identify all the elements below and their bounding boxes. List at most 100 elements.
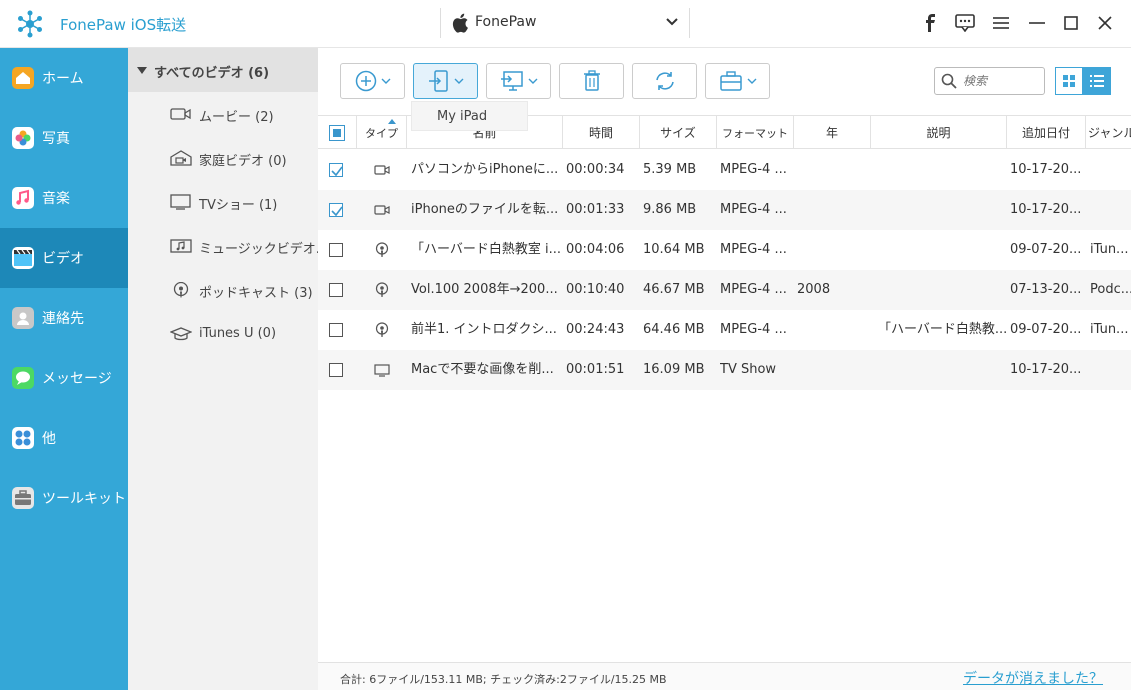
select-all-cell (318, 116, 357, 149)
row-checkbox[interactable] (329, 283, 343, 297)
close-icon[interactable] (1094, 12, 1116, 34)
category-label: iTunes U (0) (199, 326, 277, 341)
maximize-icon[interactable] (1060, 12, 1082, 34)
chevron-down-icon[interactable] (665, 17, 679, 27)
search-box[interactable] (934, 67, 1045, 95)
nav-item-video[interactable]: ビデオ (0, 228, 128, 288)
cell-time: 00:10:40 (566, 282, 625, 297)
chevron-down-icon (381, 78, 390, 84)
list-view-icon (1090, 75, 1104, 87)
nav-item-music[interactable]: 音楽 (0, 168, 128, 228)
row-checkbox[interactable] (329, 243, 343, 257)
feedback-icon[interactable] (954, 12, 976, 34)
column-time[interactable]: 時間 (563, 116, 640, 149)
nav-item-photos[interactable]: 写真 (0, 108, 128, 168)
category-item-tv-show[interactable]: TVショー (1) (128, 180, 318, 224)
table-row[interactable]: 前半1. イントロダクシ... 00:24:43 64.46 MB MPEG-4 ..… (318, 310, 1131, 350)
nav-label: ビデオ (42, 251, 84, 267)
category-header-all-videos[interactable]: すべてのビデオ (6) (128, 48, 318, 92)
cell-time: 00:01:51 (566, 362, 625, 377)
video-icon (12, 247, 34, 269)
cell-year: 2008 (797, 282, 831, 297)
column-type[interactable]: タイプ (357, 116, 407, 149)
cell-time: 00:01:33 (566, 202, 625, 217)
cell-date: 07-13-20... (1010, 282, 1082, 297)
search-input[interactable] (963, 72, 1041, 90)
contacts-icon (12, 307, 34, 329)
refresh-button[interactable] (632, 63, 697, 99)
app-title: FonePaw iOS転送 (60, 16, 187, 34)
device-selector[interactable]: FonePaw (440, 8, 690, 38)
toolbox-button[interactable] (705, 63, 770, 99)
category-item-movie[interactable]: ムービー (2) (128, 92, 318, 136)
nav-item-toolkit[interactable]: ツールキット (0, 468, 128, 528)
row-checkbox[interactable] (329, 203, 343, 217)
nav-item-contacts[interactable]: 連絡先 (0, 288, 128, 348)
itunes-u-icon (170, 327, 192, 341)
data-lost-link[interactable]: データが消えました？ (963, 668, 1103, 688)
category-label: TVショー (1) (199, 198, 278, 213)
category-label: ポッドキャスト (3) (199, 286, 313, 301)
column-description[interactable]: 説明 (871, 116, 1007, 149)
category-item-itunes-u[interactable]: iTunes U (0) (128, 312, 318, 356)
podcast-icon (374, 282, 390, 298)
photos-icon (12, 127, 34, 149)
table-row[interactable]: Macで不要な画像を削... 00:01:51 16.09 MB TV Show 10-… (318, 350, 1131, 390)
table-row[interactable]: iPhoneのファイルを転... 00:01:33 9.86 MB MPEG-4 ..… (318, 190, 1131, 230)
device-name: FonePaw (475, 14, 537, 30)
cell-name: 前半1. イントロダクシ... (411, 322, 557, 337)
toolbox-icon (719, 71, 742, 91)
cell-time: 00:04:06 (566, 242, 625, 257)
cell-desc (878, 150, 1006, 190)
column-format[interactable]: フォーマット (717, 116, 794, 149)
sort-asc-icon (388, 119, 396, 124)
search-icon (941, 73, 957, 89)
row-checkbox[interactable] (329, 363, 343, 377)
column-size[interactable]: サイズ (640, 116, 717, 149)
cell-date: 10-17-20... (1010, 162, 1082, 177)
export-to-pc-button[interactable] (486, 63, 551, 99)
nav-label: ホーム (42, 71, 84, 87)
collapse-triangle-icon[interactable] (137, 67, 147, 74)
table-row[interactable]: Vol.100 2008年→200... 00:10:40 46.67 MB MPEG… (318, 270, 1131, 310)
column-genre[interactable]: ジャンル (1086, 116, 1131, 149)
list-view-button[interactable] (1083, 67, 1111, 95)
add-button[interactable] (340, 63, 405, 99)
export-to-device-button[interactable] (413, 63, 478, 99)
category-item-music-video[interactable]: ミュージックビデオ... (128, 224, 328, 268)
cell-size: 64.46 MB (643, 322, 705, 337)
toolkit-icon (12, 487, 34, 509)
cell-name: iPhoneのファイルを転... (411, 202, 559, 217)
cell-genre (1090, 150, 1131, 190)
row-checkbox[interactable] (329, 323, 343, 337)
facebook-icon[interactable] (919, 12, 941, 34)
cell-size: 9.86 MB (643, 202, 697, 217)
delete-button[interactable] (559, 63, 624, 99)
table-row[interactable]: パソコンからiPhoneに... 00:00:34 5.39 MB MPEG-4 ..… (318, 150, 1131, 190)
grid-view-button[interactable] (1055, 67, 1083, 95)
minimize-icon[interactable] (1026, 12, 1048, 34)
cell-size: 10.64 MB (643, 242, 705, 257)
home-icon (12, 67, 34, 89)
cell-year (797, 230, 869, 270)
select-all-checkbox[interactable] (329, 124, 345, 141)
table-row[interactable]: 「ハーバード白熱教室 i... 00:04:06 10.64 MB MPEG-4 ..… (318, 230, 1131, 270)
row-checkbox[interactable] (329, 163, 343, 177)
nav-item-home[interactable]: ホーム (0, 48, 128, 108)
menu-icon[interactable] (990, 12, 1012, 34)
nav-item-messages[interactable]: メッセージ (0, 348, 128, 408)
nav-label: メッセージ (42, 371, 112, 387)
left-nav: ホーム 写真 音楽 ビデオ 連絡先 メッセージ 他 ツールキット (0, 48, 128, 690)
column-date-added[interactable]: 追加日付 (1007, 116, 1086, 149)
category-item-podcast[interactable]: ポッドキャスト (3) (128, 268, 318, 312)
nav-item-other[interactable]: 他 (0, 408, 128, 468)
chevron-down-icon (747, 78, 756, 84)
messages-icon (12, 367, 34, 389)
cell-date: 10-17-20... (1010, 362, 1082, 377)
cell-name: Vol.100 2008年→200... (411, 282, 558, 297)
export-device-icon (428, 70, 448, 92)
title-bar: FonePaw iOS転送 FonePaw (0, 0, 1131, 48)
column-year[interactable]: 年 (794, 116, 871, 149)
category-item-home-video[interactable]: 家庭ビデオ (0) (128, 136, 318, 180)
export-target-tooltip[interactable]: My iPad (411, 101, 528, 131)
